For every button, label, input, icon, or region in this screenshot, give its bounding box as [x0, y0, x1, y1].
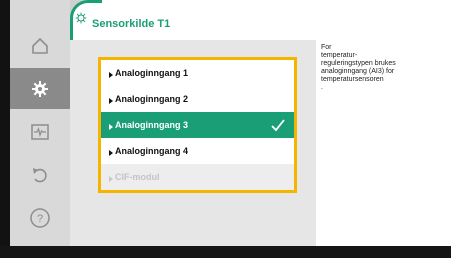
chevron-right-icon	[109, 124, 113, 130]
help-icon: ?	[30, 207, 50, 228]
option-label: Analoginngang 1	[115, 68, 188, 78]
gear-icon	[32, 80, 48, 97]
chevron-right-icon	[109, 150, 113, 156]
option-label: Analoginngang 4	[115, 146, 188, 156]
option-label: Analoginngang 3	[115, 120, 188, 130]
sidebar-item-settings[interactable]	[10, 68, 70, 109]
sidebar-item-help[interactable]: ?	[10, 197, 70, 238]
option-label: CIF-modul	[115, 172, 160, 182]
gear-icon	[75, 12, 87, 24]
sidebar-item-back[interactable]	[10, 154, 70, 195]
info-text: For temperatur- reguleringstypen brukes …	[321, 44, 396, 91]
undo-icon	[33, 167, 47, 182]
option-analog-input-3[interactable]: Analoginngang 3	[101, 112, 294, 138]
options-list: Analoginngang 1 Analoginngang 2 Analogin…	[98, 57, 297, 193]
device-bezel-bottom	[0, 246, 451, 258]
device-screen: ? Sensorkilde T1 Analoginngang 1 Analogi…	[0, 0, 451, 258]
pulse-icon	[31, 123, 49, 140]
sidebar: ?	[10, 0, 70, 246]
option-analog-input-1[interactable]: Analoginngang 1	[101, 60, 294, 86]
svg-text:?: ?	[37, 213, 43, 225]
sidebar-item-diagnostics[interactable]	[10, 111, 70, 152]
check-icon	[271, 119, 285, 132]
option-label: Analoginngang 2	[115, 94, 188, 104]
sidebar-item-home[interactable]	[10, 25, 70, 66]
page-title: Sensorkilde T1	[92, 18, 171, 30]
chevron-right-icon	[109, 176, 113, 182]
chevron-right-icon	[109, 98, 113, 104]
device-bezel-left	[0, 0, 10, 258]
option-analog-input-2[interactable]: Analoginngang 2	[101, 86, 294, 112]
chevron-right-icon	[109, 72, 113, 78]
option-cif-module: CIF-modul	[101, 164, 294, 190]
home-icon	[32, 37, 48, 54]
option-analog-input-4[interactable]: Analoginngang 4	[101, 138, 294, 164]
